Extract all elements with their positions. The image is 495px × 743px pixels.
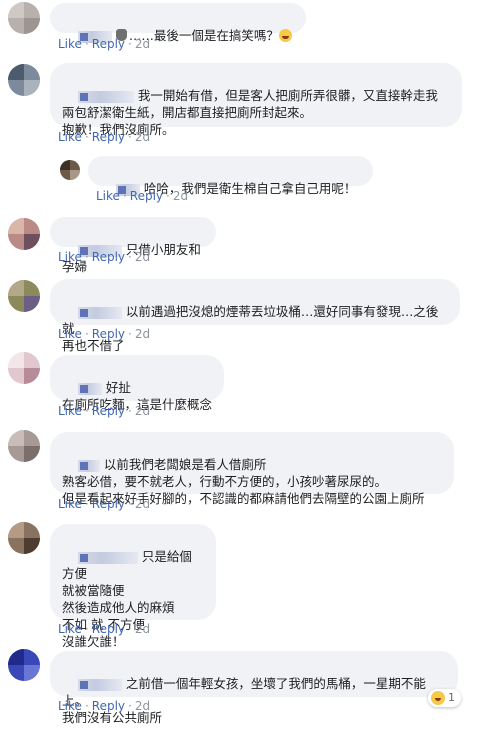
timestamp[interactable]: 2d — [135, 622, 150, 636]
blurred-name[interactable] — [77, 306, 122, 319]
reply-link[interactable]: Reply — [92, 327, 125, 341]
comment-actions: Like · Reply · 2d — [58, 497, 151, 511]
comment-actions: Like · Reply · 2d — [58, 404, 151, 418]
comment-bubble: 我一開始有借，但是客人把廁所弄很髒，又直接幹走我 兩包舒潔衛生紙，開店都直接把廁… — [50, 63, 462, 137]
like-link[interactable]: Like — [58, 37, 82, 51]
timestamp[interactable]: 2d — [135, 130, 150, 144]
reply-link[interactable]: Reply — [92, 37, 125, 51]
avatar[interactable] — [8, 2, 40, 34]
comment-bubble: 之前借一個年輕女孩，坐壞了我們的馬桶，一星期不能上。 我們沒有公共廁所 — [50, 651, 458, 725]
avatar[interactable] — [8, 430, 40, 462]
like-link[interactable]: Like — [58, 130, 82, 144]
reply-link[interactable]: Reply — [92, 130, 125, 144]
comment-bubble: 以前我們老闆娘是看人借廁所 熟客必借，要不就老人，行動不方便的，小孩吵著尿尿的。… — [50, 432, 454, 506]
timestamp[interactable]: 2d — [135, 37, 150, 51]
comment-actions: Like · Reply · 2d — [58, 250, 151, 264]
blurred-name[interactable] — [77, 678, 122, 691]
timestamp[interactable]: 2d — [135, 497, 150, 511]
comment-bubble: 好扯 在廁所吃麵，這是什麼概念 — [50, 355, 224, 412]
avatar[interactable] — [8, 64, 40, 96]
blurred-name[interactable] — [77, 382, 102, 395]
avatar[interactable] — [8, 352, 40, 384]
timestamp[interactable]: 2d — [135, 404, 150, 418]
comment-text: ……最後一個是在搞笑嗎？ — [128, 28, 279, 43]
haha-reaction-icon — [431, 691, 445, 705]
reply-link[interactable]: Reply — [130, 189, 163, 203]
reply-link[interactable]: Reply — [92, 699, 125, 713]
reply-link[interactable]: Reply — [92, 250, 125, 264]
avatar[interactable] — [8, 218, 40, 250]
blurred-name[interactable] — [77, 459, 100, 472]
like-link[interactable]: Like — [58, 250, 82, 264]
comment-actions: Like · Reply · 2d — [58, 327, 151, 341]
timestamp[interactable]: 2d — [173, 189, 188, 203]
like-link[interactable]: Like — [58, 622, 82, 636]
comment-actions: Like · Reply · 2d — [58, 37, 151, 51]
laughing-emoji-icon — [278, 29, 292, 42]
reply-link[interactable]: Reply — [92, 622, 125, 636]
comment-actions: Like · Reply · 2d — [58, 130, 151, 144]
timestamp[interactable]: 2d — [135, 327, 150, 341]
like-link[interactable]: Like — [58, 404, 82, 418]
comment-bubble: ……最後一個是在搞笑嗎？ — [50, 3, 306, 43]
reaction-badge[interactable]: 1 — [428, 689, 461, 707]
comment-bubble: 只是給個方便 就被當隨便 然後造成他人的麻煩 不如 就 不方便 沒誰欠誰！ — [50, 524, 216, 649]
like-link[interactable]: Like — [58, 327, 82, 341]
avatar[interactable] — [8, 649, 40, 681]
comment-actions: Like · Reply · 2d — [58, 622, 151, 636]
comment-actions: Like · Reply · 2d — [96, 189, 189, 203]
like-link[interactable]: Like — [58, 699, 82, 713]
avatar[interactable] — [8, 280, 40, 312]
reply-link[interactable]: Reply — [92, 497, 125, 511]
like-link[interactable]: Like — [58, 497, 82, 511]
timestamp[interactable]: 2d — [135, 699, 150, 713]
avatar[interactable] — [8, 522, 40, 554]
comment-bubble: 哈哈，我們是衛生棉自己拿自己用呢！ — [88, 156, 373, 196]
reaction-count: 1 — [448, 691, 455, 704]
blurred-name[interactable] — [77, 90, 134, 103]
reply-link[interactable]: Reply — [92, 404, 125, 418]
comment-bubble: 只借小朋友和孕婦 — [50, 217, 216, 274]
comment-actions: Like · Reply · 2d — [58, 699, 151, 713]
like-link[interactable]: Like — [96, 189, 120, 203]
comment-bubble: 以前遇過把沒熄的煙蒂丟垃圾桶…還好同事有發現…之後就 再也不借了 — [50, 279, 460, 353]
blurred-name[interactable] — [77, 551, 138, 564]
avatar[interactable] — [60, 160, 80, 180]
timestamp[interactable]: 2d — [135, 250, 150, 264]
